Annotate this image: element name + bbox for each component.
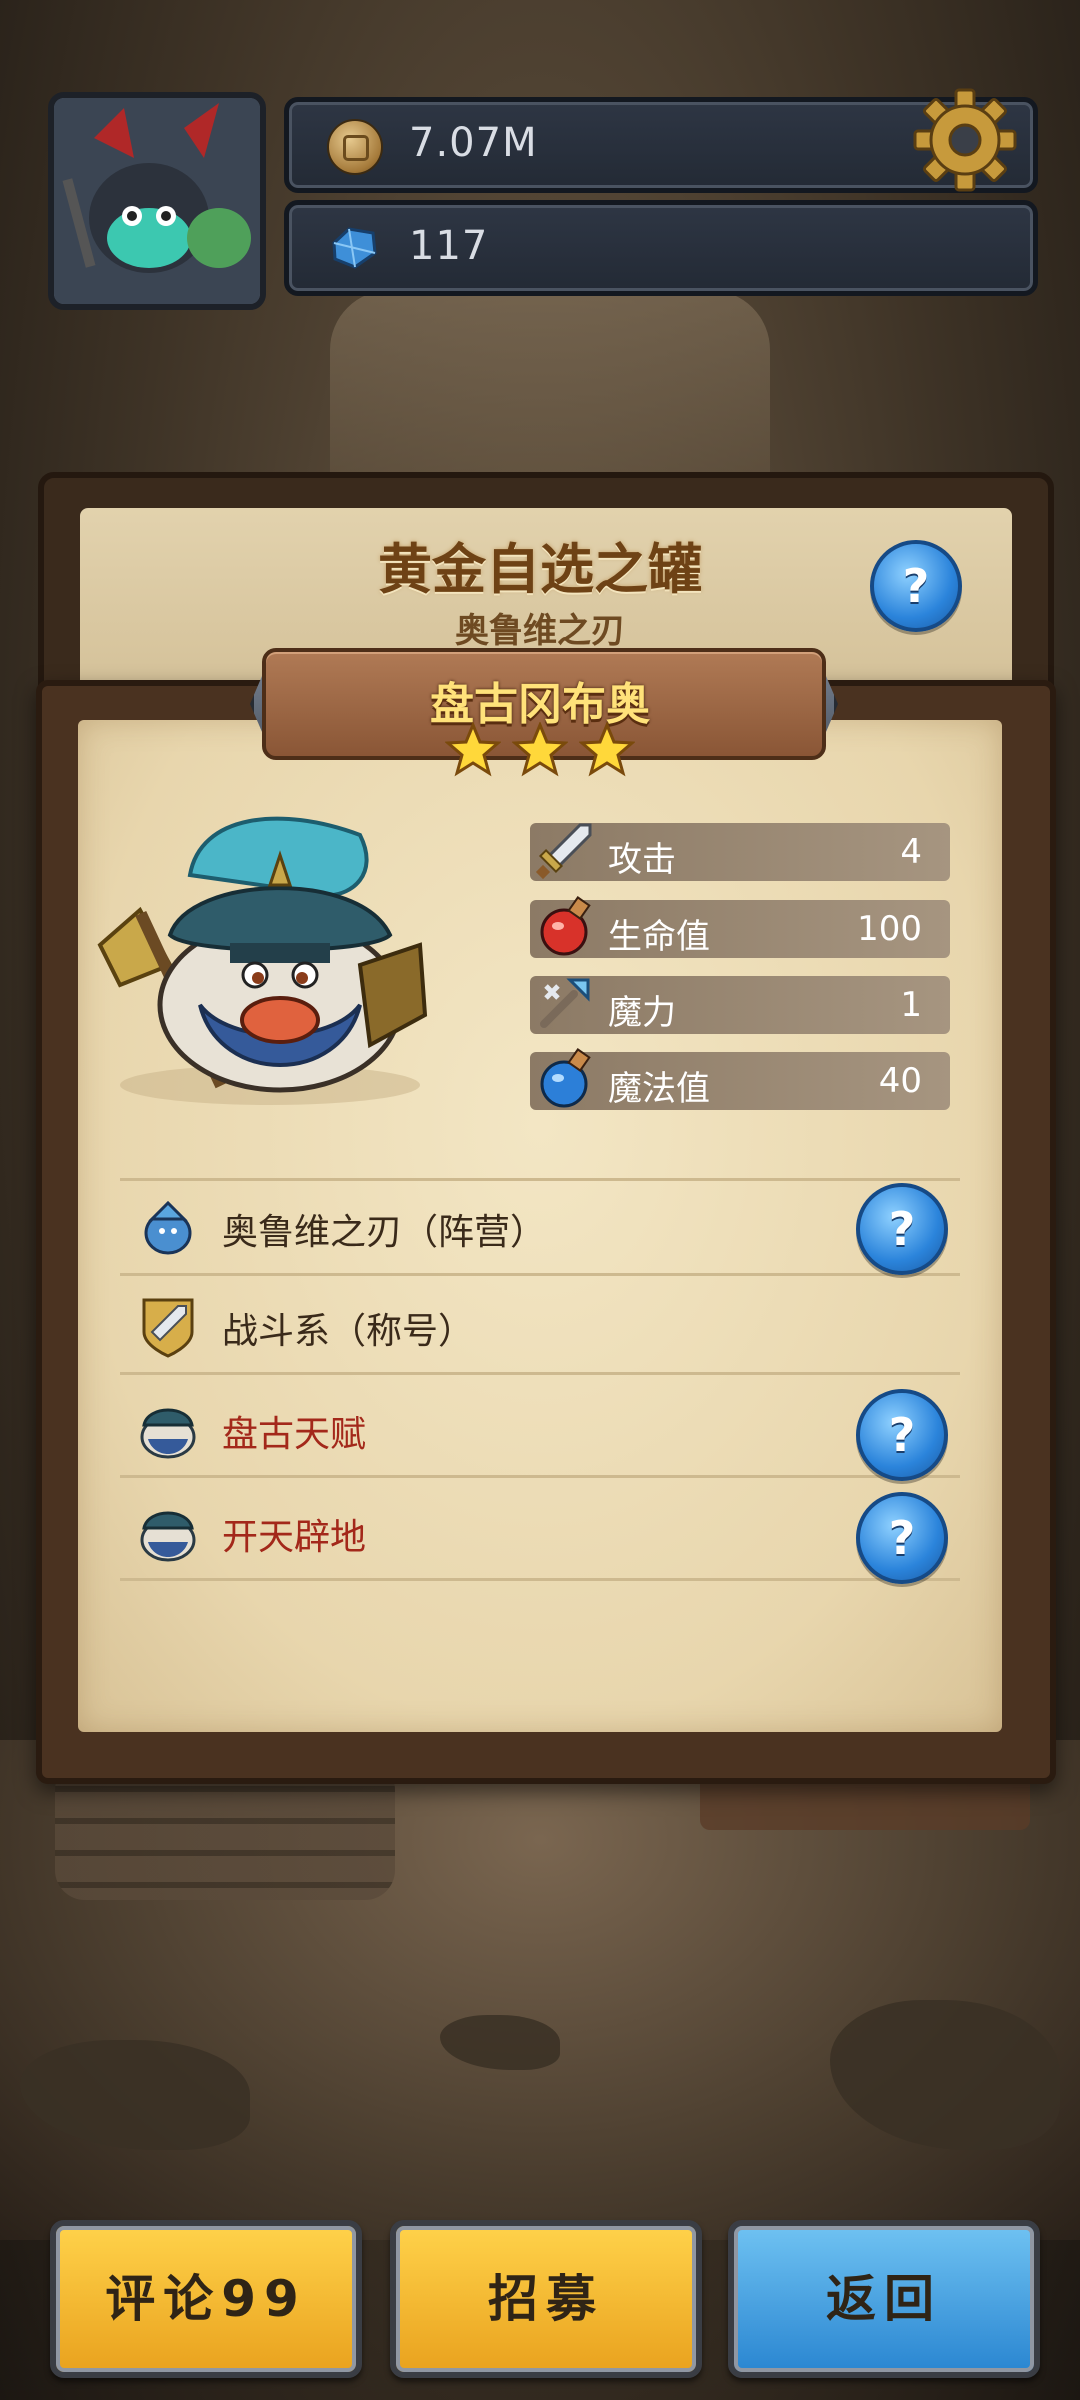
star-icon bbox=[579, 722, 635, 777]
magic-wand-icon bbox=[540, 978, 590, 1028]
recruit-button[interactable]: 招募 bbox=[390, 2220, 702, 2378]
faction-help-button[interactable]: ? bbox=[856, 1183, 948, 1275]
trait-text: 开天辟地 bbox=[222, 1517, 367, 1558]
avatar-portrait-icon bbox=[54, 98, 260, 304]
question-mark-icon: ? bbox=[888, 1511, 916, 1565]
mana-potion-icon bbox=[540, 1048, 591, 1108]
trait-title: 战斗系（称号） bbox=[120, 1280, 960, 1375]
stat-label: 生命值 bbox=[608, 917, 710, 957]
gem-counter: 117 bbox=[284, 200, 1038, 296]
talent-help-button[interactable]: ? bbox=[856, 1389, 948, 1481]
stat-mana: 魔法值 40 bbox=[530, 1048, 950, 1110]
blue-gem-icon bbox=[332, 227, 377, 269]
hero-portrait bbox=[97, 816, 428, 1105]
gold-amount: 7.07M bbox=[409, 120, 538, 166]
comment-button-label: 评论99 bbox=[105, 2270, 307, 2328]
player-avatar[interactable] bbox=[48, 92, 266, 310]
pangu-talent-icon bbox=[140, 1408, 196, 1459]
stat-label: 魔力 bbox=[608, 993, 676, 1033]
stat-label: 攻击 bbox=[608, 840, 676, 880]
star-icon bbox=[445, 722, 501, 777]
back-button[interactable]: 返回 bbox=[728, 2220, 1040, 2378]
trait-text: 战斗系（称号） bbox=[222, 1311, 475, 1352]
comment-button[interactable]: 评论99 bbox=[50, 2220, 362, 2378]
gold-coin-icon bbox=[327, 119, 383, 175]
recruit-button-label: 招募 bbox=[488, 2270, 604, 2328]
trait-talent[interactable]: 盘古天赋 bbox=[120, 1383, 960, 1478]
skill-help-button[interactable]: ? bbox=[856, 1492, 948, 1584]
hero-star-rating bbox=[445, 722, 635, 782]
back-button-label: 返回 bbox=[826, 2270, 942, 2328]
battle-badge-icon bbox=[142, 1298, 194, 1358]
pangu-skill-icon bbox=[140, 1511, 196, 1562]
trait-faction[interactable]: 奥鲁维之刃（阵营） bbox=[120, 1178, 960, 1276]
stat-attack: 攻击 4 bbox=[530, 823, 950, 881]
chest-help-button[interactable]: ? bbox=[870, 540, 962, 632]
faction-icon bbox=[144, 1200, 192, 1255]
trait-text: 盘古天赋 bbox=[222, 1414, 367, 1455]
trait-text: 奥鲁维之刃（阵营） bbox=[222, 1212, 547, 1253]
question-mark-icon: ? bbox=[888, 1202, 916, 1256]
stat-value: 1 bbox=[900, 985, 922, 1025]
question-mark-icon: ? bbox=[888, 1408, 916, 1462]
gem-amount: 117 bbox=[409, 223, 489, 269]
star-icon bbox=[512, 722, 568, 777]
stat-health: 生命值 100 bbox=[530, 896, 950, 958]
trait-skill[interactable]: 开天辟地 bbox=[120, 1486, 960, 1581]
stat-label: 魔法值 bbox=[608, 1069, 710, 1109]
stat-value: 40 bbox=[878, 1061, 922, 1101]
question-mark-icon: ? bbox=[902, 559, 930, 613]
sword-icon bbox=[535, 823, 592, 880]
stat-value: 4 bbox=[900, 832, 922, 872]
settings-gear-icon[interactable] bbox=[910, 85, 1020, 195]
stat-value: 100 bbox=[857, 909, 922, 949]
health-potion-icon bbox=[540, 896, 591, 956]
stat-magic-power: 魔力 1 bbox=[530, 976, 950, 1034]
